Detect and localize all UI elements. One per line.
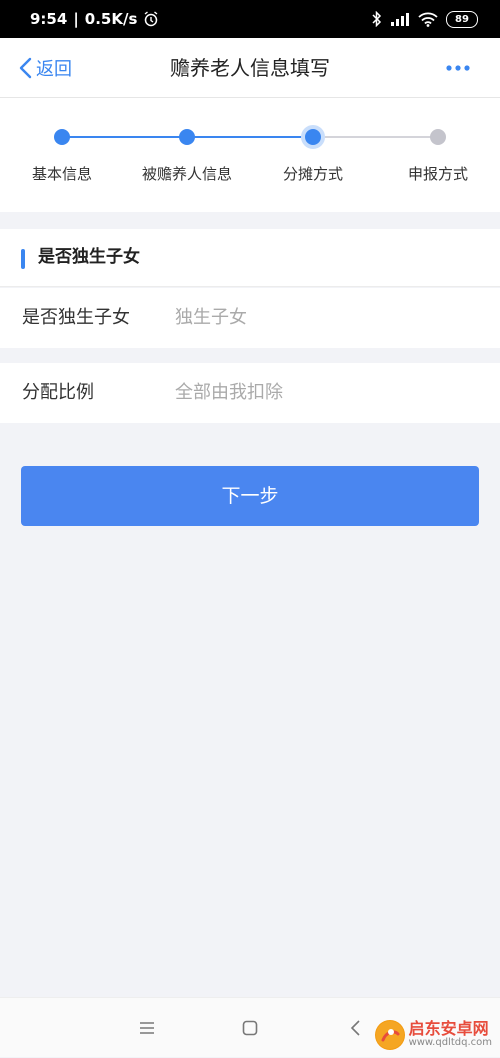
back-nav-button[interactable] — [335, 998, 375, 1058]
step-dot — [54, 129, 70, 145]
menu-button[interactable] — [127, 998, 167, 1058]
step-dependent-info: 被赡养人信息 — [127, 98, 247, 212]
step-label: 被赡养人信息 — [141, 165, 232, 183]
next-step-button[interactable]: 下一步 — [21, 466, 479, 526]
only-child-row[interactable]: 是否独生子女 独生子女 — [0, 288, 500, 348]
bluetooth-icon — [372, 11, 382, 27]
step-label: 基本信息 — [31, 165, 92, 183]
status-right: 89 — [372, 10, 478, 28]
step-declaration-method: 申报方式 — [378, 98, 498, 212]
step-dot-current — [301, 125, 325, 149]
ratio-label: 分配比例 — [22, 382, 94, 403]
more-dots-icon — [446, 65, 470, 71]
home-square-icon — [242, 1020, 258, 1036]
status-bar: 9:54 | 0.5K/s 89 — [0, 0, 500, 38]
ratio-row[interactable]: 分配比例 全部由我扣除 — [0, 363, 500, 423]
section-accent-bar — [21, 249, 25, 269]
watermark-url: www.qdltdq.com — [408, 1037, 492, 1049]
nav-bar: 返回 赡养老人信息填写 — [0, 38, 500, 98]
only-child-select[interactable]: 独生子女 — [175, 288, 247, 348]
step-dot — [179, 129, 195, 145]
watermark-text: 启东安卓网 www.qdltdq.com — [409, 1021, 492, 1048]
only-child-label: 是否独生子女 — [22, 307, 130, 328]
watermark-logo-icon — [374, 1020, 405, 1050]
menu-icon — [140, 1022, 154, 1034]
step-dot-pending — [430, 129, 446, 145]
page-title: 赡养老人信息填写 — [170, 56, 330, 80]
more-button[interactable] — [446, 38, 470, 98]
home-button[interactable] — [230, 998, 270, 1058]
back-button[interactable]: 返回 — [18, 38, 72, 98]
status-time: 9:54 — [30, 10, 68, 28]
wifi-icon — [418, 12, 438, 27]
step-basic-info: 基本信息 — [2, 98, 122, 212]
watermark: 启东安卓网 www.qdltdq.com — [374, 1015, 492, 1055]
alarm-icon — [144, 11, 158, 27]
back-label: 返回 — [36, 59, 72, 80]
status-divider: | — [73, 10, 79, 28]
back-triangle-icon — [350, 1020, 360, 1036]
status-left: 9:54 | 0.5K/s — [30, 10, 159, 28]
watermark-name: 启东安卓网 — [408, 1019, 489, 1039]
step-allocation-method: 分摊方式 — [253, 98, 373, 212]
progress-steps: 基本信息 被赡养人信息 分摊方式 申报方式 — [0, 98, 500, 212]
section-header: 是否独生子女 — [0, 229, 500, 287]
step-label: 分摊方式 — [282, 165, 343, 183]
signal-icon — [391, 13, 409, 26]
chevron-left-icon — [19, 57, 32, 79]
section-title: 是否独生子女 — [38, 247, 140, 267]
status-speed: 0.5K/s — [84, 10, 138, 28]
battery-icon: 89 — [446, 10, 478, 28]
step-label: 申报方式 — [407, 165, 468, 183]
ratio-select[interactable]: 全部由我扣除 — [175, 363, 283, 423]
